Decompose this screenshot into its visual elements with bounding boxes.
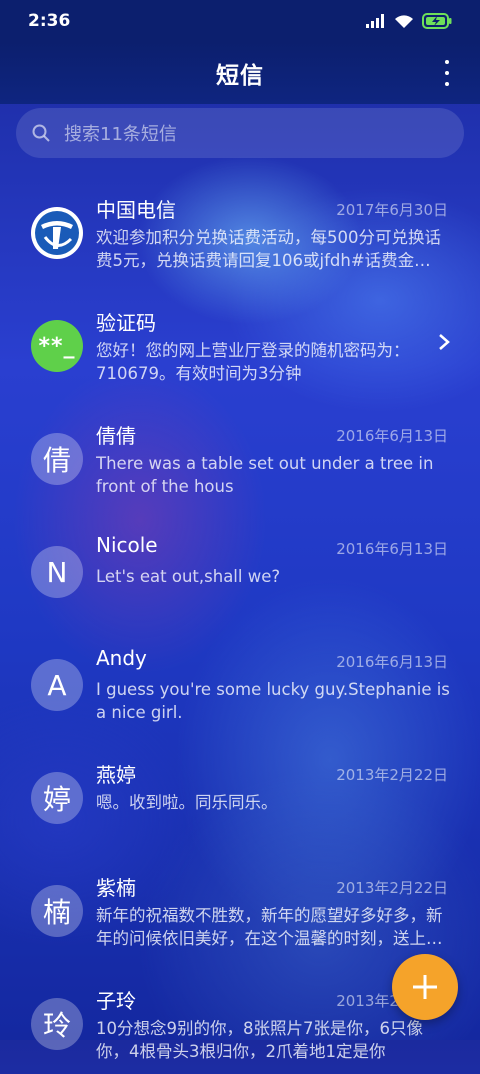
app-header: 短信 xyxy=(0,42,480,104)
message-date: 2013年2月22日 xyxy=(336,879,448,897)
message-preview: 10分想念9别的你，8张照片7张是你，6只像你，4根骨头3根归你，2爪着地1定是… xyxy=(96,1019,423,1061)
avatar: 婷 xyxy=(31,772,83,824)
contact-name: 验证码 xyxy=(96,311,156,335)
message-preview: 您好！您的网上营业厅登录的随机密码为：710679。有效时间为3分钟 xyxy=(96,341,410,383)
message-date: 2013年2月22日 xyxy=(336,766,448,784)
conversation-item[interactable]: 楠 紫楠 2013年2月22日 新年的祝福数不胜数，新年的愿望好多好多，新年的问… xyxy=(0,848,480,961)
avatar: 楠 xyxy=(31,885,83,937)
avatar: 倩 xyxy=(31,433,83,485)
china-telecom-logo-icon xyxy=(31,207,83,259)
search-icon xyxy=(32,124,50,142)
contact-name: 紫楠 xyxy=(96,876,136,900)
message-date: 2017年6月30日 xyxy=(336,201,448,219)
conversation-item[interactable]: **_ 验证码 您好！您的网上营业厅登录的随机密码为：710679。有效时间为3… xyxy=(0,283,480,396)
message-preview: There was a table set out under a tree i… xyxy=(96,454,434,496)
conversation-item[interactable]: A Andy 2016年6月13日 I guess you're some lu… xyxy=(0,622,480,735)
contact-name: Nicole xyxy=(96,533,158,557)
message-date: 2016年6月13日 xyxy=(336,427,448,445)
avatar: N xyxy=(31,546,83,598)
message-preview: 欢迎参加积分兑换话费活动，每500分可兑换话费5元，兑换话费请回复106或jfd… xyxy=(96,228,441,270)
conversation-item[interactable]: 婷 燕婷 2013年2月22日 嗯。收到啦。同乐同乐。 xyxy=(0,735,480,848)
conversation-item[interactable]: 倩 倩倩 2016年6月13日 There was a table set ou… xyxy=(0,396,480,509)
search-placeholder: 搜索11条短信 xyxy=(64,124,177,145)
search-input[interactable]: 搜索11条短信 xyxy=(16,108,464,158)
conversation-list: 中国电信 2017年6月30日 欢迎参加积分兑换话费活动，每500分可兑换话费5… xyxy=(0,170,480,1074)
status-bar: 2:36 xyxy=(0,0,480,42)
avatar: 玲 xyxy=(31,998,83,1050)
page-title: 短信 xyxy=(216,63,264,89)
contact-name: 子玲 xyxy=(96,989,136,1013)
status-time: 2:36 xyxy=(28,11,71,31)
chevron-right-icon[interactable] xyxy=(438,333,450,351)
contact-name: 倩倩 xyxy=(96,424,136,448)
conversation-item[interactable]: N Nicole 2016年6月13日 Let's eat out,shall … xyxy=(0,509,480,622)
message-preview: Let's eat out,shall we? xyxy=(96,567,281,586)
conversation-item[interactable]: 中国电信 2017年6月30日 欢迎参加积分兑换话费活动，每500分可兑换话费5… xyxy=(0,170,480,283)
new-message-button[interactable] xyxy=(392,954,458,1020)
message-date: 2016年6月13日 xyxy=(336,653,448,671)
message-date: 2016年6月13日 xyxy=(336,540,448,558)
signal-icon xyxy=(366,14,384,28)
plus-icon xyxy=(413,975,437,999)
message-preview: 嗯。收到啦。同乐同乐。 xyxy=(96,793,278,812)
battery-charging-icon xyxy=(422,13,452,29)
contact-name: 中国电信 xyxy=(96,198,176,222)
wifi-icon xyxy=(395,14,413,28)
message-preview: I guess you're some lucky guy.Stephanie … xyxy=(96,680,450,722)
contact-name: 燕婷 xyxy=(96,763,136,787)
avatar: A xyxy=(31,659,83,711)
contact-name: Andy xyxy=(96,646,147,670)
more-vert-icon[interactable] xyxy=(444,60,450,86)
status-icons xyxy=(366,13,452,29)
verification-code-avatar: **_ xyxy=(31,320,83,372)
message-preview: 新年的祝福数不胜数，新年的愿望好多好多，新年的问候依旧美好，在这个温馨的时刻，送… xyxy=(96,906,443,948)
